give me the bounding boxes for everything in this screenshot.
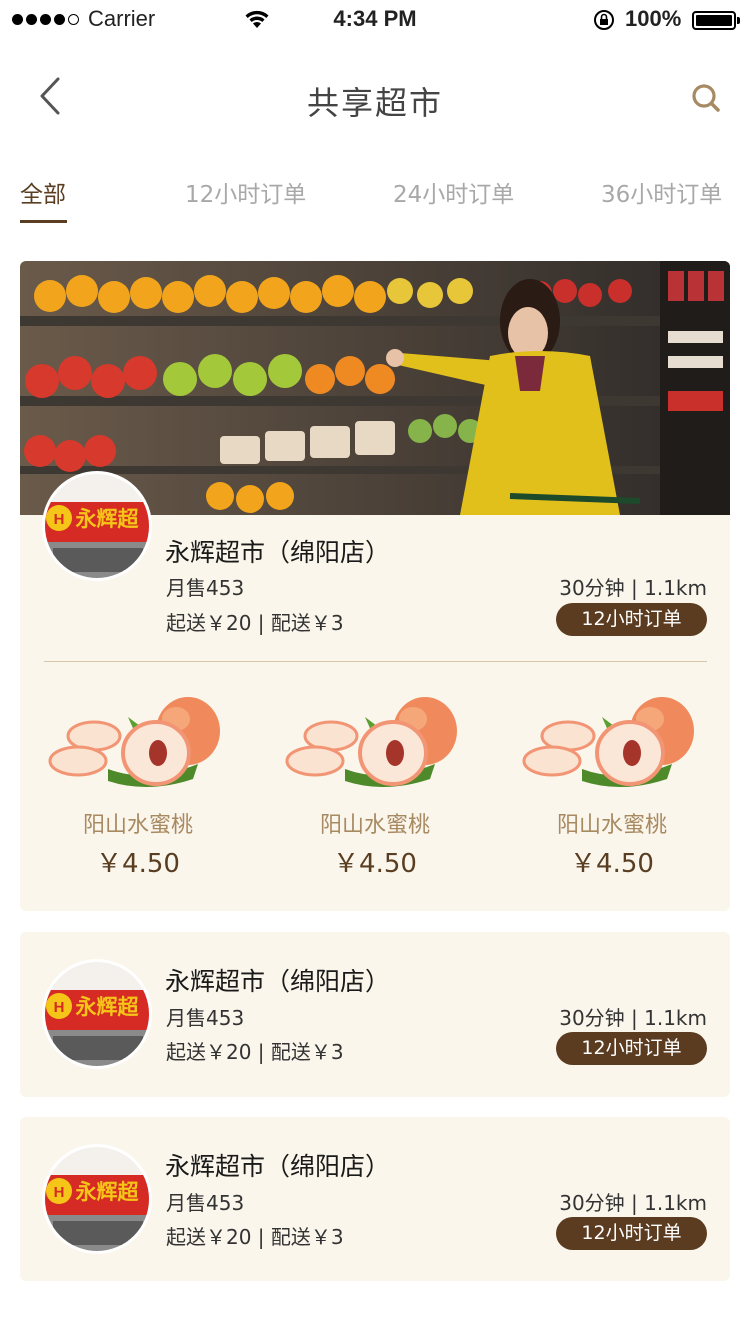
- svg-text:永辉超: 永辉超: [75, 1180, 140, 1204]
- delivery-fees: 起送￥20 | 配送￥3: [166, 1225, 344, 1249]
- store-name: 永辉超市（绵阳店）: [165, 538, 391, 567]
- peach-image: [48, 697, 220, 788]
- peach-image: [522, 697, 694, 788]
- store-logo: H 永辉超: [42, 471, 152, 581]
- store-logo: H 永辉超: [42, 1144, 152, 1254]
- delivery-eta-distance: 30分钟 | 1.1km: [559, 576, 707, 600]
- tab-all[interactable]: 全部: [20, 175, 66, 209]
- search-icon: [692, 84, 720, 112]
- order-type-badge[interactable]: 12小时订单: [556, 1032, 707, 1065]
- status-bar: Carrier 4:34 PM 100%: [0, 0, 750, 40]
- store-logo: H 永辉超: [42, 959, 152, 1069]
- monthly-sales: 月售453: [166, 1006, 245, 1030]
- divider: [44, 661, 707, 662]
- product-price: ￥4.50: [570, 849, 654, 879]
- product-name: 阳山水蜜桃: [319, 813, 430, 838]
- rotation-lock-icon: [594, 10, 614, 30]
- page-title: 共享超市: [306, 84, 443, 122]
- svg-text:永辉超: 永辉超: [75, 507, 140, 531]
- yonghui-logo-image: H 永辉超: [45, 474, 149, 578]
- delivery-eta-distance: 30分钟 | 1.1km: [559, 1191, 707, 1215]
- store-header: H 永辉超 永辉超市（绵阳店） 月售453 30分钟 | 1.1km: [20, 471, 730, 601]
- tab-36h-orders[interactable]: 36小时订单: [601, 175, 722, 209]
- yonghui-logo-image: H 永辉超: [45, 1147, 149, 1251]
- store-card[interactable]: H 永辉超 永辉超市（绵阳店） 月售453 30分钟 | 1.1km 起送￥20…: [20, 932, 730, 1097]
- store-card[interactable]: H 永辉超 永辉超市（绵阳店） 月售453 30分钟 | 1.1km 起送￥20…: [20, 261, 730, 911]
- product-item[interactable]: 阳山水蜜桃 ￥4.50: [275, 681, 475, 881]
- active-tab-indicator: [20, 220, 67, 223]
- monthly-sales: 月售453: [166, 1191, 245, 1215]
- store-card[interactable]: H 永辉超 永辉超市（绵阳店） 月售453 30分钟 | 1.1km 起送￥20…: [20, 1117, 730, 1281]
- product-name: 阳山水蜜桃: [82, 813, 193, 838]
- store-name: 永辉超市（绵阳店）: [165, 1152, 391, 1181]
- battery-icon: [692, 11, 740, 30]
- product-price: ￥4.50: [333, 849, 417, 879]
- yonghui-logo-image: H 永辉超: [45, 962, 149, 1066]
- product-price: ￥4.50: [96, 849, 180, 879]
- svg-text:H: H: [54, 999, 65, 1016]
- svg-text:H: H: [54, 1184, 65, 1201]
- battery-percentage: 100%: [625, 6, 682, 31]
- monthly-sales: 月售453: [166, 576, 245, 600]
- product-name: 阳山水蜜桃: [556, 813, 667, 838]
- delivery-fees: 起送￥20 | 配送￥3: [166, 611, 344, 635]
- peach-image: [285, 697, 457, 788]
- product-item[interactable]: 阳山水蜜桃 ￥4.50: [512, 681, 712, 881]
- store-name: 永辉超市（绵阳店）: [165, 967, 391, 996]
- tab-bar: 全部 12小时订单 24小时订单 36小时订单: [0, 175, 750, 235]
- tab-24h-orders[interactable]: 24小时订单: [393, 175, 514, 209]
- product-item[interactable]: 阳山水蜜桃 ￥4.50: [38, 681, 238, 881]
- svg-text:H: H: [54, 511, 65, 528]
- order-type-badge[interactable]: 12小时订单: [556, 603, 707, 636]
- delivery-eta-distance: 30分钟 | 1.1km: [559, 1006, 707, 1030]
- tab-12h-orders[interactable]: 12小时订单: [185, 175, 306, 209]
- svg-text:永辉超: 永辉超: [75, 995, 140, 1019]
- order-type-badge[interactable]: 12小时订单: [556, 1217, 707, 1250]
- delivery-fees: 起送￥20 | 配送￥3: [166, 1040, 344, 1064]
- search-button[interactable]: [686, 78, 726, 118]
